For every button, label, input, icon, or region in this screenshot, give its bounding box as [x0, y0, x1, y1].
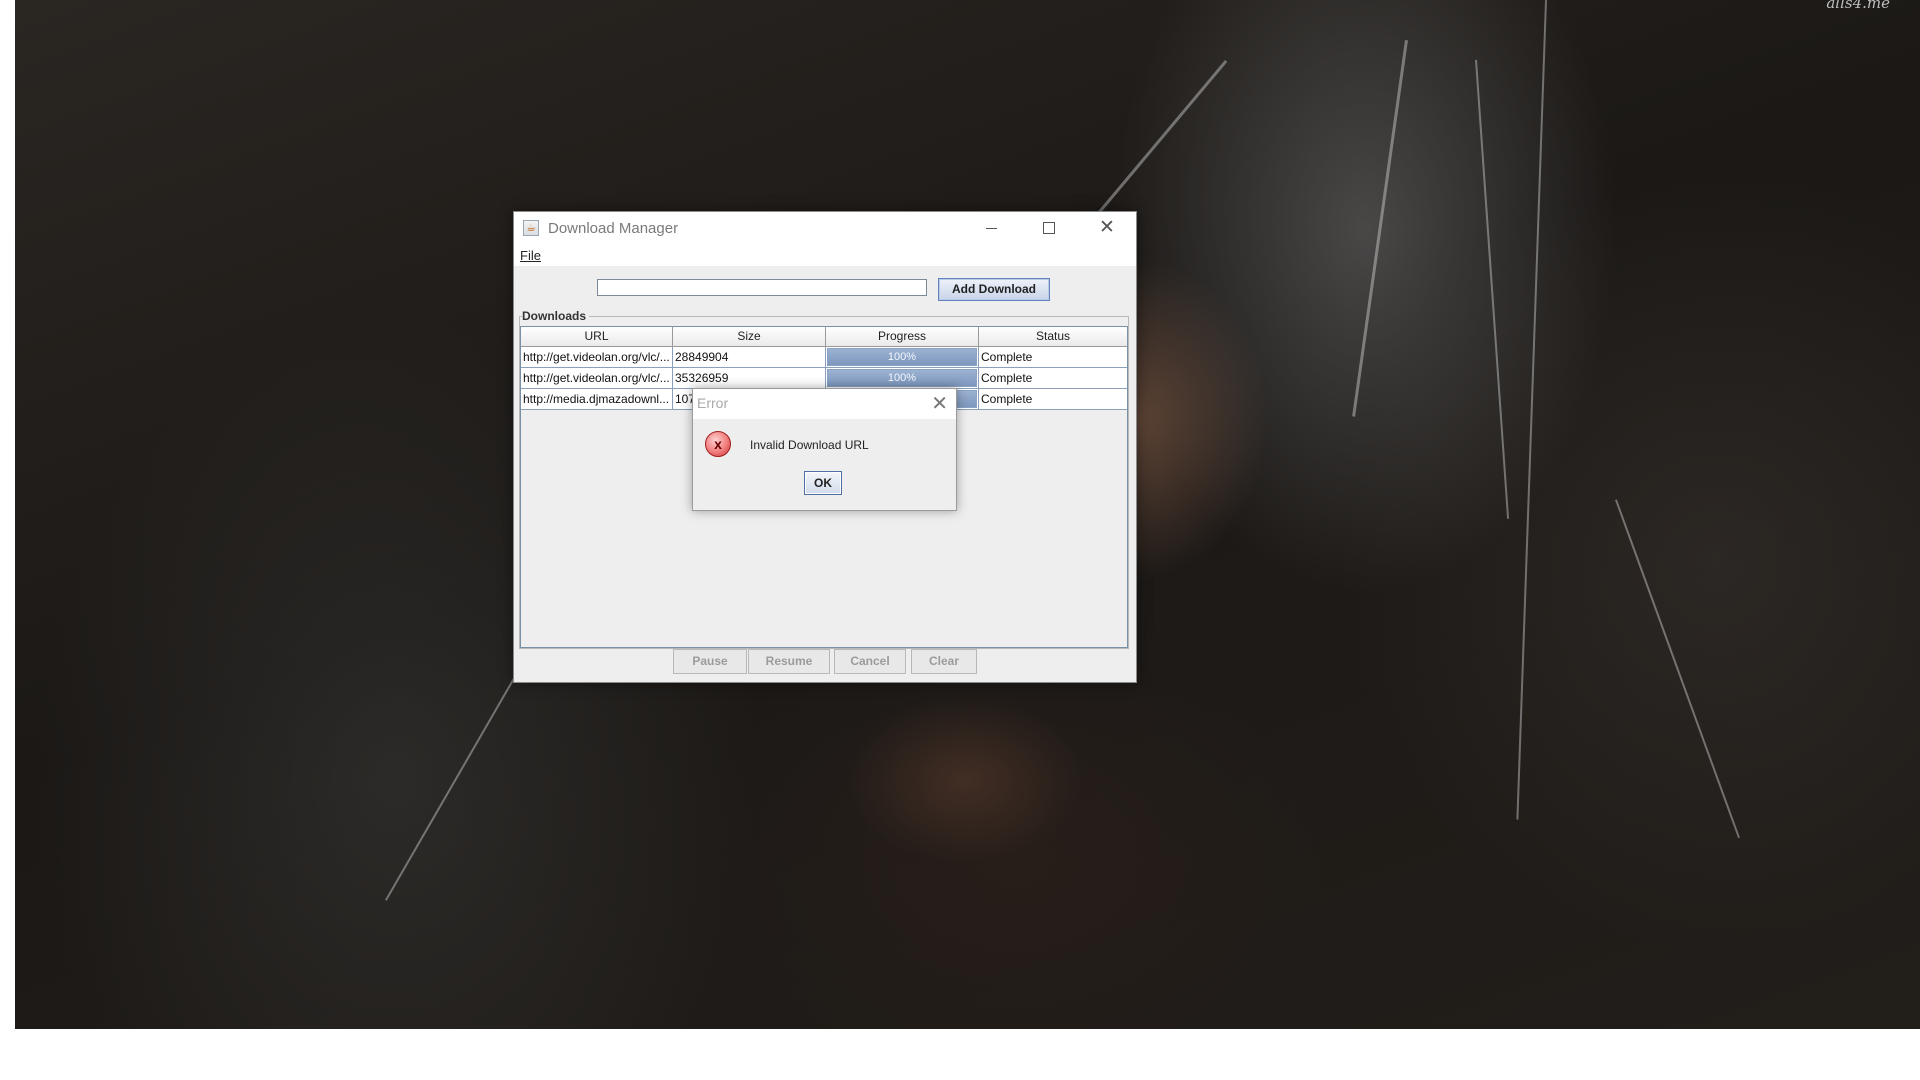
- error-icon: x: [705, 431, 731, 457]
- title-bar[interactable]: ☕ Download Manager ✕: [514, 212, 1136, 244]
- menu-file-label: File: [520, 248, 541, 263]
- status-cell: Complete: [981, 392, 1033, 406]
- status-cell: Complete: [981, 371, 1033, 385]
- column-header-status[interactable]: Status: [979, 327, 1127, 347]
- menu-bar: File: [514, 244, 1136, 266]
- wallpaper-watermark: alls4.me: [1826, 0, 1890, 12]
- dialog-close-button[interactable]: ✕: [931, 391, 948, 416]
- ok-button[interactable]: OK: [804, 471, 842, 495]
- dialog-title-bar[interactable]: Error ✕: [693, 389, 956, 419]
- maximize-button[interactable]: [1020, 212, 1078, 244]
- column-header-size[interactable]: Size: [673, 327, 826, 347]
- progress-text: 100%: [887, 351, 917, 363]
- url-cell: http://media.djmazadownl...: [521, 389, 673, 409]
- downloads-section-label: Downloads: [522, 309, 590, 323]
- progress-cell: 100%: [826, 368, 979, 388]
- resume-button[interactable]: Resume: [748, 649, 830, 674]
- error-dialog: Error ✕ x Invalid Download URL OK: [692, 388, 957, 511]
- column-header-url[interactable]: URL: [521, 327, 673, 347]
- url-cell: http://get.videolan.org/vlc/...: [521, 368, 673, 388]
- minimize-icon: [985, 227, 997, 229]
- java-app-icon: ☕: [523, 220, 539, 236]
- progress-text: 100%: [887, 372, 917, 384]
- wallpaper-streak: [1352, 40, 1408, 417]
- error-message: Invalid Download URL: [750, 438, 869, 452]
- dialog-title: Error: [697, 395, 729, 411]
- wallpaper-streak: [1475, 59, 1510, 519]
- cancel-button[interactable]: Cancel: [834, 649, 906, 674]
- status-cell: Complete: [981, 350, 1033, 364]
- clear-button[interactable]: Clear: [911, 649, 977, 674]
- progress-bar: 100%: [827, 369, 977, 387]
- close-button[interactable]: ✕: [1078, 212, 1136, 244]
- close-icon: ✕: [931, 393, 948, 415]
- minimize-button[interactable]: [962, 212, 1020, 244]
- add-download-button[interactable]: Add Download: [938, 278, 1050, 301]
- table-row[interactable]: http://get.videolan.org/vlc/... 28849904…: [521, 347, 1127, 368]
- window-title: Download Manager: [548, 220, 679, 237]
- close-icon: ✕: [1099, 217, 1115, 238]
- column-header-progress[interactable]: Progress: [826, 327, 979, 347]
- url-input[interactable]: [597, 279, 927, 296]
- table-row[interactable]: http://get.videolan.org/vlc/... 35326959…: [521, 368, 1127, 389]
- menu-file[interactable]: File: [520, 248, 541, 263]
- wallpaper-streak: [1615, 499, 1741, 839]
- url-cell: http://get.videolan.org/vlc/...: [521, 347, 673, 367]
- pause-button[interactable]: Pause: [673, 649, 747, 674]
- size-cell: 35326959: [673, 368, 826, 388]
- progress-cell: 100%: [826, 347, 979, 367]
- size-cell: 28849904: [673, 347, 826, 367]
- maximize-icon: [1043, 222, 1055, 235]
- wallpaper-streak: [1516, 0, 1547, 820]
- progress-bar: 100%: [827, 348, 977, 366]
